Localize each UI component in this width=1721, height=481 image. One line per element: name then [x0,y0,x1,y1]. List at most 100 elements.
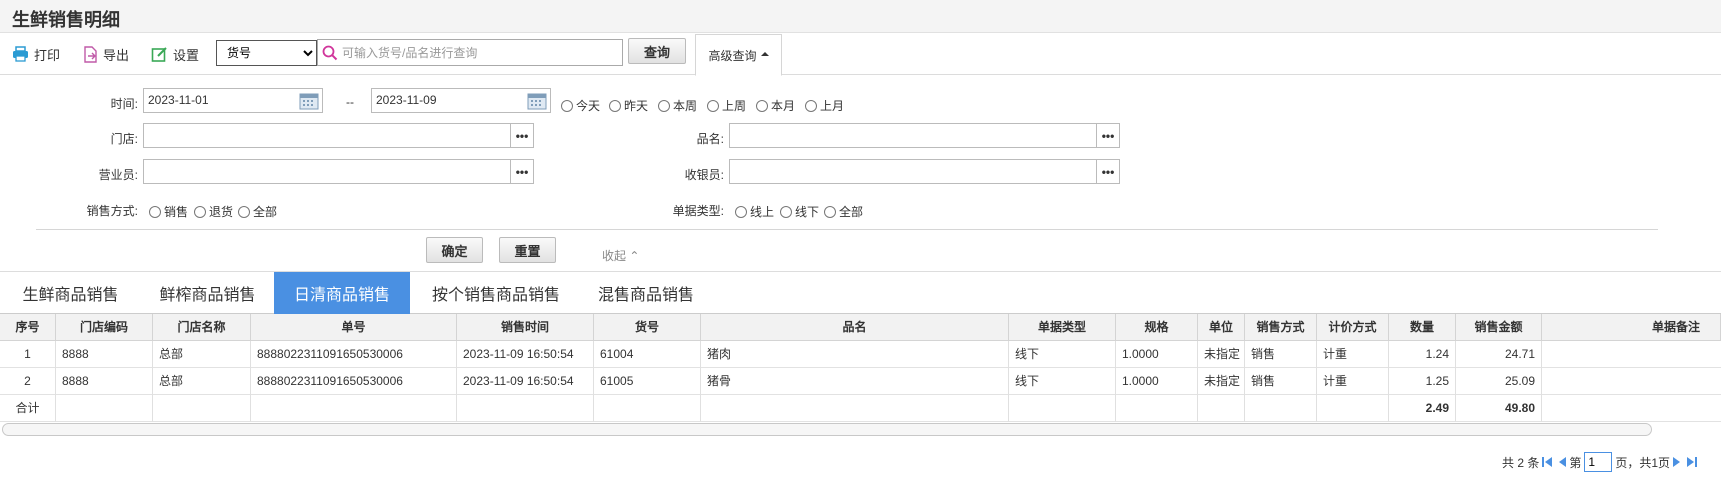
export-button[interactable]: 导出 [82,43,129,65]
quick-last-week[interactable]: 上周 [707,97,746,114]
doc-type-online[interactable]: 线上 [735,203,774,220]
radio-icon [805,99,817,112]
page-number-input[interactable] [1584,452,1613,472]
pagination: 共 2 条 第 页，共1页 [1502,452,1700,472]
printer-icon [13,46,28,62]
print-button[interactable]: 打印 [12,43,60,65]
doc-type-option: 全部 [839,205,864,219]
search-field-select[interactable]: 货号 [216,40,317,66]
empty-cell [1198,395,1245,422]
cell-item-name: 猪肉 [701,341,1009,368]
date-from-input[interactable]: 2023-11-01 [143,88,323,113]
doc-type-all[interactable]: 全部 [824,203,863,220]
cashier-input[interactable] [729,159,1097,184]
advanced-query-label: 高级查询 [708,48,757,63]
query-button[interactable]: 查询 [628,38,686,64]
page-title: 生鲜销售明细 [12,10,120,30]
col-header[interactable]: 门店名称 [153,314,251,341]
salesperson-picker-button[interactable]: ••• [510,159,534,184]
sale-mode-option: 全部 [253,205,278,219]
table-row[interactable]: 1 8888 总部 8888022311091650530006 2023-11… [0,341,1721,368]
empty-cell [1116,395,1198,422]
doc-type-offline[interactable]: 线下 [780,203,819,220]
export-icon [84,45,97,63]
tab-per-piece[interactable]: 按个销售商品销售 [410,272,582,314]
first-page-icon[interactable] [1541,456,1553,468]
tab-mixed[interactable]: 混售商品销售 [582,272,710,314]
calendar-icon[interactable] [527,91,547,110]
date-to-input[interactable]: 2023-11-09 [371,88,551,113]
item-name-input[interactable] [729,123,1097,148]
tab-fresh-juice[interactable]: 鲜榨商品销售 [141,272,274,314]
settings-button[interactable]: 设置 [151,43,199,65]
radio-icon [609,99,621,112]
salesperson-input[interactable] [143,159,511,184]
store-picker-button[interactable]: ••• [510,123,534,148]
calendar-icon[interactable] [299,91,319,110]
cell-index: 2 [0,368,56,395]
next-page-icon[interactable] [1672,456,1682,468]
cell-sale-mode: 销售 [1245,368,1317,395]
quick-last-month[interactable]: 上月 [805,97,844,114]
tab-fresh-goods[interactable]: 生鲜商品销售 [0,272,141,314]
cell-store-code: 8888 [56,368,153,395]
settings-label: 设置 [173,47,200,63]
last-page-icon[interactable] [1686,456,1698,468]
col-header[interactable]: 序号 [0,314,56,341]
col-header[interactable]: 门店编码 [56,314,153,341]
cell-doc-type: 线下 [1009,341,1116,368]
empty-cell [1245,395,1317,422]
cell-remark [1542,341,1721,368]
col-header[interactable]: 品名 [701,314,1009,341]
store-input[interactable] [143,123,511,148]
time-label: 时间: [110,97,138,111]
quick-yesterday[interactable]: 昨天 [609,97,648,114]
table-row[interactable]: 2 8888 总部 8888022311091650530006 2023-11… [0,368,1721,395]
item-picker-button[interactable]: ••• [1096,123,1120,148]
col-header[interactable]: 单位 [1198,314,1245,341]
chevron-up-icon: ⌃ [629,249,640,263]
sale-mode-sale[interactable]: 销售 [149,203,188,220]
cell-sale-mode: 销售 [1245,341,1317,368]
confirm-button[interactable]: 确定 [426,237,483,263]
quick-this-week[interactable]: 本周 [658,97,697,114]
sale-mode-return[interactable]: 退货 [194,203,233,220]
total-amount: 49.80 [1456,395,1542,422]
col-header[interactable]: 销售方式 [1245,314,1317,341]
empty-cell [1317,395,1389,422]
quick-label: 本周 [673,99,698,113]
store-label: 门店: [110,132,138,146]
quick-today[interactable]: 今天 [561,97,600,114]
export-label: 导出 [103,47,130,63]
radio-icon [658,99,670,112]
cell-store-name: 总部 [153,368,251,395]
search-input[interactable] [342,43,618,63]
cell-spec: 1.0000 [1116,341,1198,368]
col-header[interactable]: 单据类型 [1009,314,1116,341]
doc-type-option: 线上 [750,205,775,219]
col-header[interactable]: 货号 [594,314,701,341]
total-count: 共 2 条 [1502,455,1540,470]
col-header[interactable]: 规格 [1116,314,1198,341]
tab-daily-clear[interactable]: 日清商品销售 [274,272,410,314]
advanced-query-toggle[interactable]: 高级查询 [695,34,782,76]
col-header[interactable]: 销售金额 [1456,314,1542,341]
empty-cell [701,395,1009,422]
cashier-picker-button[interactable]: ••• [1096,159,1120,184]
prev-page-icon[interactable] [1557,456,1567,468]
sale-mode-all[interactable]: 全部 [238,203,277,220]
radio-icon [824,205,836,218]
quick-label: 昨天 [624,99,649,113]
col-header[interactable]: 销售时间 [457,314,594,341]
reset-button[interactable]: 重置 [499,237,556,263]
col-header[interactable]: 单据备注 [1542,314,1721,341]
quick-label: 上月 [820,99,845,113]
edit-settings-icon [151,46,167,62]
collapse-link[interactable]: 收起 ⌃ [602,247,639,264]
col-header[interactable]: 计价方式 [1317,314,1389,341]
horizontal-scrollbar[interactable] [2,423,1652,436]
col-header[interactable]: 数量 [1389,314,1456,341]
quick-this-month[interactable]: 本月 [756,97,795,114]
cell-index: 1 [0,341,56,368]
col-header[interactable]: 单号 [251,314,457,341]
